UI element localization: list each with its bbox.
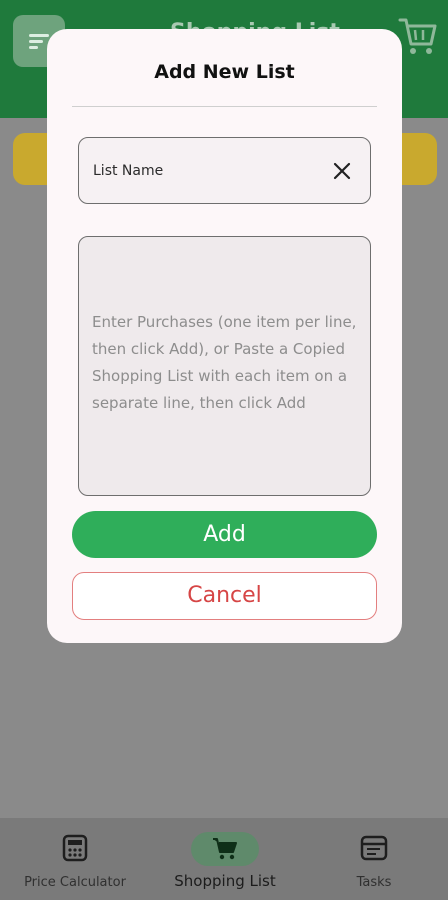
purchases-placeholder: Enter Purchases (one item per line, then… [92, 313, 357, 412]
dialog-divider [72, 106, 377, 107]
menu-icon [29, 34, 49, 37]
cart-icon [213, 838, 237, 860]
add-button[interactable]: Add [72, 511, 377, 558]
nav-item-price-calculator[interactable]: Price Calculator [0, 818, 150, 900]
list-name-placeholder: List Name [93, 163, 164, 179]
bottom-nav: Price Calculator Shopping List Tasks [0, 818, 448, 900]
nav-label-shopping-list: Shopping List [174, 872, 276, 890]
cart-button[interactable] [398, 14, 438, 58]
nav-label-price-calculator: Price Calculator [24, 875, 126, 890]
tasks-icon [360, 835, 388, 861]
nav-item-shopping-list[interactable]: Shopping List [150, 818, 300, 900]
nav-item-tasks[interactable]: Tasks [300, 818, 448, 900]
clear-icon[interactable] [327, 156, 357, 186]
cancel-button[interactable]: Cancel [72, 572, 377, 620]
purchases-textarea[interactable]: Enter Purchases (one item per line, then… [78, 236, 371, 496]
cart-icon [398, 18, 437, 54]
dialog-title: Add New List [154, 61, 295, 83]
nav-label-tasks: Tasks [356, 875, 392, 890]
list-name-field[interactable]: List Name [78, 137, 371, 204]
calculator-icon [62, 834, 88, 862]
add-list-dialog: Add New List List Name Enter Purchases (… [47, 29, 402, 643]
